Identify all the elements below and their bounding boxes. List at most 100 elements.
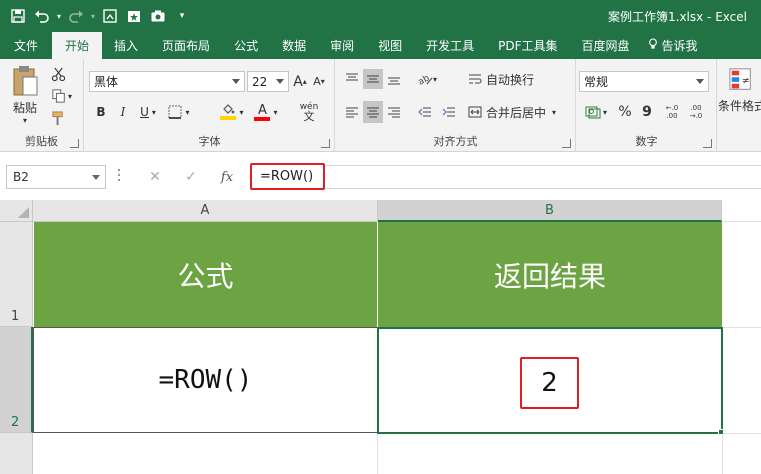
tab-file[interactable]: 文件 [0,32,52,59]
cell-a2[interactable]: =ROW() [33,327,378,433]
row-header-3[interactable] [0,433,33,474]
gridline [377,433,378,474]
copy-icon[interactable]: ▾ [48,87,76,105]
clipboard-launcher-icon[interactable] [70,139,79,148]
save-icon[interactable] [6,6,30,26]
tab-review[interactable]: 审阅 [318,32,366,59]
orientation-icon[interactable]: ab ▾ [412,69,442,89]
underline-label: U [140,105,149,119]
column-header-b[interactable]: B [378,200,722,222]
cancel-icon[interactable]: ✕ [140,165,170,189]
increase-indent-icon[interactable] [438,101,460,123]
row-header-2[interactable]: 2 [0,327,33,433]
increase-decimal-icon[interactable]: ←.0.00 [661,101,683,123]
font-launcher-icon[interactable] [321,139,330,148]
shrink-font-button[interactable]: A ▾ [310,71,328,92]
align-center-icon[interactable] [363,101,383,123]
italic-button[interactable]: I [113,101,133,123]
font-group: 黑体 22 A ▴ A ▾ B I U ▾ ▾ ▾ A ▾ wén 文 字体 [85,59,335,152]
tab-insert[interactable]: 插入 [102,32,150,59]
result-value: 2 [520,357,579,409]
ribbon: 粘贴 ▾ ▾ 剪贴板 黑体 22 A ▴ A ▾ B I U ▾ ▾ ▾ A ▾… [0,59,761,152]
tab-home[interactable]: 开始 [52,32,103,59]
merge-center-button[interactable]: 合并后居中 ▾ [468,101,568,123]
fill-bucket-icon [223,104,235,114]
paste-dropdown-icon[interactable]: ▾ [18,115,32,125]
font-name-value: 黑体 [94,75,119,89]
align-top-icon[interactable] [342,69,362,89]
tab-pdf-tools[interactable]: PDF工具集 [486,32,569,59]
currency-icon [585,106,601,119]
number-launcher-icon[interactable] [703,139,712,148]
alignment-launcher-icon[interactable] [562,139,571,148]
row-header-1[interactable]: 1 [0,222,33,327]
wrap-text-button[interactable]: 自动换行 [468,69,548,89]
conditional-format-label[interactable]: 条件格式 [718,97,761,113]
align-middle-icon[interactable] [363,69,383,89]
align-bottom-icon[interactable] [384,69,404,89]
number-format-dropdown[interactable]: 常规 [579,71,709,92]
paste-label[interactable]: 粘贴 [8,99,42,115]
tab-formulas[interactable]: 公式 [222,32,270,59]
tab-data[interactable]: 数据 [270,32,318,59]
bold-button[interactable]: B [91,101,111,123]
column-header-a[interactable]: A [33,200,378,222]
align-right-icon[interactable] [384,101,404,123]
tab-view[interactable]: 视图 [366,32,414,59]
conditional-format-icon[interactable]: ≠ [726,65,756,95]
underline-button[interactable]: U ▾ [135,101,161,123]
phonetic-button[interactable]: wén 文 [293,99,325,125]
borders-button[interactable]: ▾ [165,101,193,123]
enter-icon[interactable]: ✓ [176,165,206,189]
fill-color-button[interactable]: ▾ [215,101,249,123]
formula-bar-splitter[interactable] [118,169,122,183]
customize-qat-icon[interactable]: ▾ [170,6,194,26]
insert-function-icon[interactable]: fx [212,165,242,189]
cell-b1[interactable]: 返回结果 [378,222,722,327]
font-name-dropdown[interactable]: 黑体 [89,71,245,92]
camera-icon[interactable] [146,6,170,26]
align-left-icon[interactable] [342,101,362,123]
gridline [722,433,761,434]
quick-access-toolbar: ▾ ▾ ▾ [6,6,194,26]
name-box[interactable]: B2 [6,165,106,189]
formula-bar: B2 ✕ ✓ fx =ROW() [0,152,761,200]
fill-handle[interactable] [718,429,724,435]
formula-input[interactable] [250,165,761,189]
tab-tell-me[interactable]: 告诉我 [642,32,704,59]
format-painter-icon[interactable] [48,109,68,127]
styles-group: ≠ 条件格式 [718,59,761,152]
redo-icon[interactable] [64,6,88,26]
comma-style-button[interactable]: 9 [637,101,657,123]
undo-dropdown-icon[interactable]: ▾ [54,6,64,26]
decrease-indent-icon[interactable] [414,101,436,123]
grow-font-label: A [293,73,303,90]
cell-a1[interactable]: 公式 [34,222,377,327]
cut-icon[interactable] [48,65,68,83]
grow-font-button[interactable]: A ▴ [291,71,309,92]
formula-value[interactable]: =ROW() [250,163,326,190]
number-group: 常规 ▾ % 9 ←.0.00 .00 →.0 数字 [577,59,717,152]
font-size-dropdown[interactable]: 22 [247,71,289,92]
svg-text:≠: ≠ [742,76,750,87]
name-box-value: B2 [13,170,29,184]
lightbulb-icon [648,38,658,53]
gridline [722,433,723,474]
tab-baidu-netdisk[interactable]: 百度网盘 [570,32,642,59]
print-preview-icon[interactable] [98,6,122,26]
redo-dropdown-icon[interactable]: ▾ [88,6,98,26]
percent-button[interactable]: % [615,101,635,123]
star-folder-icon[interactable] [122,6,146,26]
number-group-label: 数字 [635,135,658,148]
tell-me-label: 告诉我 [661,39,698,53]
tab-developer[interactable]: 开发工具 [414,32,486,59]
borders-icon [168,105,182,119]
alignment-group: ab ▾ 自动换行 合并后居中 ▾ 对齐方式 [336,59,576,152]
undo-icon[interactable] [30,6,54,26]
select-all-button[interactable] [0,200,33,222]
accounting-format-button[interactable]: ▾ [581,101,611,123]
paste-icon[interactable] [10,65,40,97]
tab-page-layout[interactable]: 页面布局 [150,32,222,59]
decrease-decimal-icon[interactable]: .00 →.0 [685,101,707,123]
font-color-button[interactable]: A ▾ [251,101,281,123]
